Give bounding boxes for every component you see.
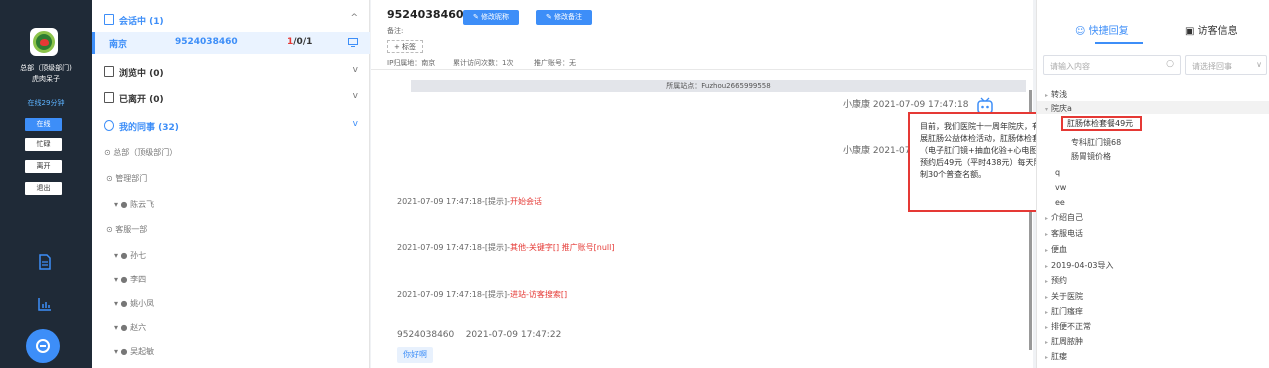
- category-select[interactable]: 请选择回事 ∨: [1185, 55, 1267, 75]
- system-message: 2021-07-09 17:47:18-[提示]-开始会话: [397, 197, 542, 206]
- tree-node-member[interactable]: ▾ ● 赵六: [114, 322, 146, 333]
- reply-category[interactable]: ▸ 客服电话: [1045, 228, 1083, 239]
- visitor-message-bubble: 你好啊: [397, 347, 433, 363]
- quick-reply-preview-text: 目前，我们医院十一周年院庆，有开展肛肠公益体检活动，肛肠体检套餐（电子肛门镜+抽…: [920, 122, 1048, 179]
- group-colleagues[interactable]: 我的同事 (32) v: [92, 114, 370, 138]
- reply-category[interactable]: ▸ 肛周脓肿: [1045, 336, 1083, 347]
- session-list: 会话中 (1) ^ 南京 9524038460 1/0/1 浏览中 (0) v …: [92, 0, 370, 368]
- document-icon: [104, 92, 114, 103]
- active-session-row[interactable]: 南京 9524038460 1/0/1: [92, 32, 370, 54]
- tab-visitor-info[interactable]: ▣ 访客信息: [1185, 22, 1238, 37]
- document-icon: [104, 14, 114, 25]
- tree-node-dept1[interactable]: ⊙ 客服一部: [106, 224, 147, 235]
- note-label: 备注:: [387, 27, 404, 35]
- reply-category[interactable]: ▸ 转浅: [1045, 89, 1067, 100]
- tab-quick-reply[interactable]: ☺ 快捷回复: [1075, 22, 1129, 37]
- status-busy-button[interactable]: 忙碌: [25, 138, 62, 151]
- people-icon: [104, 120, 114, 131]
- reply-category[interactable]: q: [1055, 168, 1060, 177]
- reply-category[interactable]: ▸ 排便不正常: [1045, 321, 1091, 332]
- reply-category[interactable]: ▸ 肛门瘙痒: [1045, 306, 1083, 317]
- tree-node-management[interactable]: ⊙ 管理部门: [106, 173, 147, 184]
- chevron-up-icon[interactable]: ^: [350, 13, 358, 23]
- left-sidebar: 总部（顶级部门) 虎肉呆子 在线29分钟 在线 忙碌 离开 退出: [0, 0, 92, 368]
- reply-item-highlighted[interactable]: 肛肠体检套餐49元: [1061, 116, 1142, 131]
- session-visitor-id: 9524038460: [175, 37, 238, 47]
- visit-count: 累计访问次数：1次: [453, 59, 514, 67]
- edit-name-button[interactable]: ✎ 修改昵称: [463, 10, 519, 25]
- search-icon: ○: [1166, 59, 1174, 69]
- chevron-down-icon[interactable]: v: [353, 91, 358, 101]
- chat-bubble-icon[interactable]: [26, 329, 60, 363]
- status-away-button[interactable]: 离开: [25, 160, 62, 173]
- reply-category-expanded[interactable]: ▾ 院庆a: [1045, 103, 1072, 114]
- avatar[interactable]: [30, 28, 58, 56]
- reply-category[interactable]: vw: [1055, 183, 1066, 192]
- visitor-message-meta: 9524038460 2021-07-09 17:47:22: [397, 330, 562, 340]
- logout-button[interactable]: 退出: [25, 182, 62, 195]
- monitor-icon: [348, 38, 358, 47]
- chat-header: 9524038460 ✎ 修改昵称 ✎ 修改备注 备注: + 标签 IP归属地：…: [371, 0, 1033, 70]
- tree-node-member[interactable]: ▾ ● 孙七: [114, 250, 146, 261]
- document-icon[interactable]: [37, 254, 53, 270]
- ip-location: IP归属地：南京: [387, 59, 436, 67]
- visitor-id-title: 9524038460: [387, 8, 464, 21]
- reply-category[interactable]: ▸ 预约: [1045, 275, 1067, 286]
- add-tag-button[interactable]: + 标签: [387, 40, 423, 53]
- edit-note-button[interactable]: ✎ 修改备注: [536, 10, 592, 25]
- tree-node-hq[interactable]: ⊙ 总部（顶级部门）: [104, 147, 177, 158]
- reply-item[interactable]: 肠胃镜价格: [1071, 151, 1111, 162]
- group-browsing[interactable]: 浏览中 (0) v: [92, 60, 370, 84]
- tab-underline: [1095, 42, 1143, 44]
- chevron-down-icon[interactable]: v: [353, 119, 358, 129]
- system-message: 2021-07-09 17:47:18-[提示]-其他-关键字[] 推广账号[n…: [397, 243, 615, 252]
- reply-category[interactable]: ▸ 便血: [1045, 244, 1067, 255]
- search-input[interactable]: 请输入内容 ○: [1043, 55, 1181, 75]
- online-duration: 在线29分钟: [27, 99, 65, 107]
- tree-node-member[interactable]: ▾ ● 姚小凤: [114, 298, 154, 309]
- org-name: 总部（顶级部门): [20, 64, 72, 72]
- session-city: 南京: [109, 40, 128, 50]
- user-name: 虎肉呆子: [32, 75, 60, 83]
- system-message: 2021-07-09 17:47:18-[提示]-进站-访客搜索[]: [397, 290, 568, 299]
- reply-category[interactable]: ▸ 2019-04-03导入: [1045, 260, 1114, 271]
- status-online-button[interactable]: 在线: [25, 118, 62, 131]
- group-left[interactable]: 已离开 (0) v: [92, 86, 370, 110]
- reply-category[interactable]: ee: [1055, 198, 1065, 207]
- chevron-down-icon: ∨: [1256, 60, 1262, 69]
- session-count: 1/0/1: [287, 37, 313, 47]
- right-panel: ☺ 快捷回复 ▣ 访客信息 请输入内容 ○ 请选择回事 ∨ ▸ 转浅 ▾ 院庆a 肛…: [1036, 0, 1269, 368]
- reply-category[interactable]: ▸ 介绍自己: [1045, 212, 1083, 223]
- agent-message-meta: 小康康 2021-07-09 17:47:18: [843, 100, 969, 110]
- promo-account: 推广账号：无: [534, 59, 576, 67]
- chart-icon[interactable]: [37, 296, 53, 312]
- site-bar: 所属站点：Fuzhou2665999558: [411, 80, 1026, 92]
- tree-node-member[interactable]: ▾ ● 吴起敏: [114, 346, 154, 357]
- document-icon: [104, 66, 114, 77]
- group-in-session[interactable]: 会话中 (1) ^: [92, 8, 370, 32]
- reply-item[interactable]: 专科肛门镜68: [1071, 137, 1121, 148]
- tree-node-member[interactable]: ▾ ● 李四: [114, 274, 146, 285]
- tree-node-member[interactable]: ▾ ● 陈云飞: [114, 199, 154, 210]
- reply-category[interactable]: ▸ 关于医院: [1045, 291, 1083, 302]
- quick-reply-preview: 目前，我们医院十一周年院庆，有开展肛肠公益体检活动，肛肠体检套餐（电子肛门镜+抽…: [908, 112, 1050, 212]
- chevron-down-icon[interactable]: v: [353, 65, 358, 75]
- reply-category[interactable]: ▸ 肛瘘: [1045, 351, 1067, 362]
